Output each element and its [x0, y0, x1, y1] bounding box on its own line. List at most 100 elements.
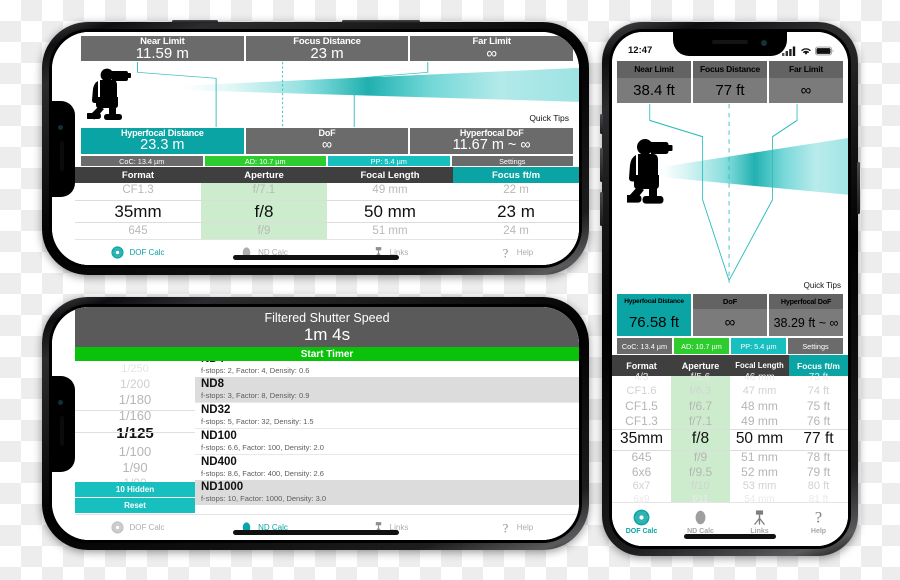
- picker-option-selected[interactable]: 50 mm: [730, 429, 789, 450]
- picker-option[interactable]: 79 ft: [789, 464, 848, 479]
- home-indicator[interactable]: [232, 530, 399, 535]
- picker-option-below[interactable]: 645: [75, 223, 201, 241]
- tab-nd-calc[interactable]: ND Calc: [671, 503, 730, 546]
- picker-column-aperture[interactable]: f/5.6 f/6.3 f/6.7 f/7.1 f/8 f/9 f/9.5 f/…: [671, 373, 730, 504]
- tab-links[interactable]: Links: [730, 503, 789, 546]
- coc-chip[interactable]: CoC: 13.4 µm: [616, 337, 673, 355]
- column-header-format[interactable]: Format: [75, 167, 201, 183]
- picker-option[interactable]: 46 mm: [730, 372, 789, 385]
- picker-option[interactable]: 54 mm: [730, 493, 789, 506]
- picker-option[interactable]: 76 ft: [789, 414, 848, 429]
- picker-option[interactable]: f/9: [671, 449, 730, 464]
- shutter-option[interactable]: 1/250: [75, 362, 195, 376]
- picker-option-above[interactable]: 22 m: [453, 182, 579, 200]
- picker-option-selected[interactable]: 35mm: [75, 200, 201, 223]
- picker-option-above[interactable]: CF1.3: [75, 182, 201, 200]
- picker-option-below[interactable]: f/9: [201, 223, 327, 241]
- near-limit-cell[interactable]: Near Limit 38.4 ft: [616, 60, 692, 104]
- picker-option-below[interactable]: 24 m: [453, 223, 579, 241]
- list-item[interactable]: ND32 f-stops: 5, Factor: 32, Density: 1.…: [195, 402, 579, 428]
- pp-chip[interactable]: PP: 5.4 µm: [730, 337, 787, 355]
- picker-option[interactable]: 81 ft: [789, 493, 848, 506]
- column-header-focus-unit[interactable]: Focus ft/m: [453, 167, 579, 183]
- phone-button-mute[interactable]: [600, 114, 603, 134]
- picker-option[interactable]: 75 ft: [789, 399, 848, 414]
- home-indicator[interactable]: [684, 534, 776, 539]
- picker-option[interactable]: 6x9: [612, 493, 671, 506]
- settings-chip[interactable]: Settings: [450, 155, 574, 167]
- shutter-option-selected[interactable]: 1/125: [75, 423, 195, 443]
- ad-chip[interactable]: AD: 10.7 µm: [673, 337, 730, 355]
- phone-button-power[interactable]: [342, 20, 420, 23]
- hyperfocal-distance-cell[interactable]: Hyperfocal Distance 76.58 ft: [616, 293, 692, 337]
- picker-option[interactable]: 47 mm: [730, 385, 789, 399]
- hyperfocal-distance-cell[interactable]: Hyperfocal Distance 23.3 m: [80, 127, 245, 155]
- picker-option-selected[interactable]: 77 ft: [789, 429, 848, 450]
- picker-option[interactable]: f/7.1: [671, 414, 730, 429]
- phone-button-volume-down[interactable]: [600, 192, 603, 226]
- picker-option[interactable]: 52 mm: [730, 464, 789, 479]
- shutter-option[interactable]: 1/180: [75, 391, 195, 407]
- tab-help[interactable]: ? Help: [453, 246, 579, 260]
- settings-chip[interactable]: Settings: [787, 337, 844, 355]
- picker-option[interactable]: 48 mm: [730, 399, 789, 414]
- picker-option[interactable]: f/6.7: [671, 399, 730, 414]
- hidden-count-button[interactable]: 10 Hidden: [75, 482, 195, 497]
- tab-dof-calc[interactable]: DOF Calc: [75, 521, 201, 534]
- picker-option-selected[interactable]: 35mm: [612, 429, 671, 450]
- picker-option[interactable]: 6x7: [612, 479, 671, 493]
- picker-option[interactable]: f/10: [671, 479, 730, 493]
- picker-column-focus-distance[interactable]: 22 m 23 m 24 m: [453, 183, 579, 239]
- tab-dof-calc[interactable]: DOF Calc: [75, 246, 201, 259]
- shutter-option[interactable]: 1/200: [75, 376, 195, 391]
- picker-option[interactable]: f/6.3: [671, 385, 730, 399]
- picker-column-focus-distance[interactable]: 73 ft 74 ft 75 ft 76 ft 77 ft 78 ft 79 f…: [789, 373, 848, 505]
- picker-option[interactable]: 6x6: [612, 464, 671, 479]
- list-item[interactable]: ND8 f-stops: 3, Factor: 8, Density: 0.9: [195, 377, 579, 402]
- pp-chip[interactable]: PP: 5.4 µm: [327, 155, 451, 167]
- list-item[interactable]: ND100 f-stops: 6.6, Factor: 100, Density…: [195, 428, 579, 454]
- far-limit-cell[interactable]: Far Limit ∞: [768, 60, 844, 104]
- picker-option[interactable]: CF1.5: [612, 399, 671, 414]
- quick-tips-label[interactable]: Quick Tips: [529, 113, 569, 123]
- picker-option[interactable]: f/11: [671, 493, 730, 506]
- picker-column-focal-length[interactable]: 49 mm 50 mm 51 mm: [327, 183, 453, 239]
- start-timer-button[interactable]: Start Timer: [75, 347, 579, 361]
- tab-help[interactable]: ? Help: [453, 521, 579, 535]
- picker-option[interactable]: 74 ft: [789, 385, 848, 399]
- dof-cell[interactable]: DoF ∞: [692, 293, 768, 337]
- near-limit-cell[interactable]: Near Limit 11.59 m: [80, 35, 245, 62]
- focus-distance-cell[interactable]: Focus Distance 77 ft: [692, 60, 768, 104]
- tab-help[interactable]: ? Help: [789, 503, 848, 546]
- picker-option-selected[interactable]: 50 mm: [327, 200, 453, 223]
- picker-option[interactable]: f/5.6: [671, 372, 730, 385]
- picker-column-format[interactable]: 4/3 CF1.6 CF1.5 CF1.3 35mm 645 6x6 6x7 6…: [612, 373, 671, 505]
- picker-option[interactable]: 80 ft: [789, 479, 848, 493]
- picker-option-selected[interactable]: 23 m: [453, 200, 579, 223]
- column-header-focal-length[interactable]: Focal Length: [327, 167, 453, 183]
- phone-button-volume[interactable]: [172, 20, 218, 23]
- picker-option[interactable]: 73 ft: [789, 372, 848, 385]
- picker-option[interactable]: 78 ft: [789, 449, 848, 464]
- picker-option-selected[interactable]: f/8: [671, 429, 730, 450]
- picker-option[interactable]: CF1.6: [612, 385, 671, 399]
- picker-column-focal-length[interactable]: 46 mm 47 mm 48 mm 49 mm 50 mm 51 mm 52 m…: [730, 373, 789, 505]
- list-item[interactable]: ND1000 f-stops: 10, Factor: 1000, Densit…: [195, 480, 579, 505]
- picker-option[interactable]: 51 mm: [730, 449, 789, 464]
- picker-option[interactable]: 4/3: [612, 372, 671, 385]
- home-indicator[interactable]: [232, 255, 399, 260]
- picker-option[interactable]: 49 mm: [730, 414, 789, 429]
- coc-chip[interactable]: CoC: 13.4 µm: [80, 155, 204, 167]
- shutter-option[interactable]: 1/90: [75, 459, 195, 475]
- picker-option-below[interactable]: 51 mm: [327, 223, 453, 241]
- picker-option-above[interactable]: f/7.1: [201, 182, 327, 200]
- hyperfocal-dof-cell[interactable]: Hyperfocal DoF 11.67 m ~ ∞: [409, 127, 575, 155]
- tab-dof-calc[interactable]: DOF Calc: [612, 503, 671, 546]
- list-item[interactable]: ND400 f-stops: 8.6, Factor: 400, Density…: [195, 454, 579, 480]
- column-header-aperture[interactable]: Aperture: [201, 167, 327, 183]
- far-limit-cell[interactable]: Far Limit ∞: [409, 35, 575, 62]
- ad-chip[interactable]: AD: 10.7 µm: [203, 155, 327, 167]
- hyperfocal-dof-cell[interactable]: Hyperfocal DoF 38.29 ft ~ ∞: [768, 293, 844, 337]
- picker-option-selected[interactable]: f/8: [201, 200, 327, 223]
- quick-tips-label[interactable]: Quick Tips: [804, 281, 841, 290]
